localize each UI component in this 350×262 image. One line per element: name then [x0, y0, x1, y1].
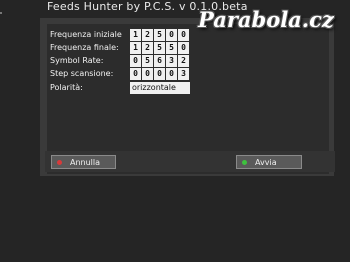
digit-cell[interactable]: 3: [166, 54, 177, 67]
symbol-rate-input[interactable]: 0 5 6 3 2: [130, 54, 190, 67]
digit-cell[interactable]: 0: [130, 54, 141, 67]
field-label: Polarità:: [50, 83, 83, 92]
end-frequency-input[interactable]: 1 2 5 5 0: [130, 41, 190, 54]
field-label: Step scansione:: [50, 69, 114, 78]
field-row-polarity: Polarità: orizzontale: [50, 81, 190, 94]
digit-cell[interactable]: 2: [178, 54, 189, 67]
digit-cell[interactable]: 5: [166, 41, 177, 54]
digit-cell[interactable]: 0: [166, 28, 177, 41]
digit-cell[interactable]: 5: [154, 41, 165, 54]
digit-cell[interactable]: 1: [130, 41, 141, 54]
field-label: Frequenza iniziale: [50, 30, 122, 39]
digit-cell[interactable]: 0: [178, 41, 189, 54]
digit-cell[interactable]: 6: [154, 54, 165, 67]
digit-cell[interactable]: 3: [178, 67, 189, 80]
digit-cell[interactable]: 0: [142, 67, 153, 80]
field-label: Symbol Rate:: [50, 56, 104, 65]
red-button-icon: [57, 159, 62, 165]
start-frequency-input[interactable]: 1 2 5 0 0: [130, 28, 190, 41]
polarity-select[interactable]: orizzontale: [130, 81, 190, 94]
site-watermark: Parabola.cz: [198, 7, 334, 32]
scan-step-input[interactable]: 0 0 0 0 3: [130, 67, 190, 80]
digit-cell[interactable]: 5: [154, 28, 165, 41]
cancel-button[interactable]: Annulla: [51, 155, 116, 169]
green-button-icon: [242, 159, 247, 165]
field-row-start-frequency: Frequenza iniziale 1 2 5 0 0: [50, 28, 190, 41]
digit-cell[interactable]: 0: [154, 67, 165, 80]
start-button-label: Avvia: [255, 157, 277, 167]
screen-edge-mark: [0, 12, 2, 14]
field-label: Frequenza finale:: [50, 43, 119, 52]
digit-cell[interactable]: 1: [130, 28, 141, 41]
digit-cell[interactable]: 0: [166, 67, 177, 80]
digit-cell[interactable]: 2: [142, 41, 153, 54]
digit-cell[interactable]: 0: [178, 28, 189, 41]
digit-cell[interactable]: 0: [130, 67, 141, 80]
cancel-button-label: Annulla: [70, 157, 101, 167]
field-row-scan-step: Step scansione: 0 0 0 0 3: [50, 67, 190, 80]
digit-cell[interactable]: 5: [142, 54, 153, 67]
field-row-symbol-rate: Symbol Rate: 0 5 6 3 2: [50, 54, 190, 67]
start-button[interactable]: Avvia: [236, 155, 302, 169]
field-row-end-frequency: Frequenza finale: 1 2 5 5 0: [50, 41, 190, 54]
digit-cell[interactable]: 2: [142, 28, 153, 41]
